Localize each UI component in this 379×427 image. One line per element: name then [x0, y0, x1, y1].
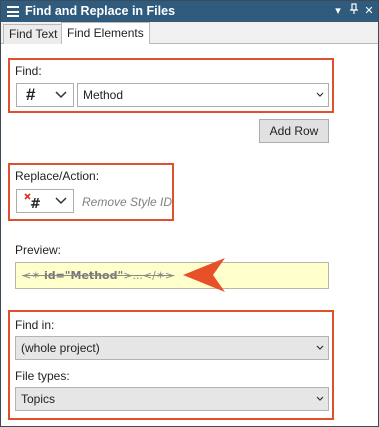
element-name-select[interactable]: Method — [77, 83, 329, 107]
chevron-down-icon — [55, 91, 67, 99]
preview-label: Preview: — [15, 243, 62, 257]
preview-text: <✶ id="Method">...</✶> — [22, 269, 175, 282]
hash-icon: # — [26, 85, 36, 104]
find-label: Find: — [15, 64, 42, 78]
tab-strip: Find Text Find Elements — [1, 22, 378, 45]
title-bar: Find and Replace in Files ▾ ✕ — [1, 1, 378, 22]
element-type-select[interactable]: # — [16, 83, 74, 107]
close-icon[interactable]: ✕ — [362, 3, 376, 19]
pin-icon[interactable] — [347, 3, 361, 19]
preview-attribute: id="Method" — [43, 269, 124, 282]
file-types-label: File types: — [15, 369, 70, 383]
chevron-down-icon — [316, 92, 324, 100]
tab-find-elements[interactable]: Find Elements — [61, 22, 150, 45]
file-types-value: Topics — [21, 392, 56, 406]
menu-icon[interactable] — [7, 6, 19, 17]
window-frame: Find and Replace in Files ▾ ✕ Find Text … — [0, 0, 379, 427]
remove-style-id-icon: # — [24, 192, 42, 213]
replace-action-label: Replace/Action: — [15, 169, 100, 183]
action-description: Remove Style ID — [82, 195, 173, 209]
dropdown-icon[interactable]: ▾ — [331, 3, 345, 19]
chevron-down-icon — [316, 396, 324, 404]
find-in-select[interactable]: (whole project) — [15, 336, 329, 360]
action-select[interactable]: # — [16, 189, 74, 213]
tab-find-text[interactable]: Find Text — [3, 24, 64, 44]
find-in-label: Find in: — [15, 318, 55, 332]
chevron-down-icon — [55, 197, 67, 205]
find-elements-panel: Find: # Method Add Row Replace/Action: # — [1, 44, 378, 426]
chevron-down-icon — [316, 345, 324, 353]
callout-arrow-icon — [183, 258, 225, 292]
file-types-select[interactable]: Topics — [15, 387, 329, 411]
window-title: Find and Replace in Files — [25, 4, 176, 18]
element-name-value: Method — [83, 88, 124, 102]
add-row-button[interactable]: Add Row — [259, 119, 329, 143]
svg-text:#: # — [30, 197, 41, 210]
preview-box: <✶ id="Method">...</✶> — [15, 262, 329, 289]
find-in-value: (whole project) — [21, 341, 100, 355]
